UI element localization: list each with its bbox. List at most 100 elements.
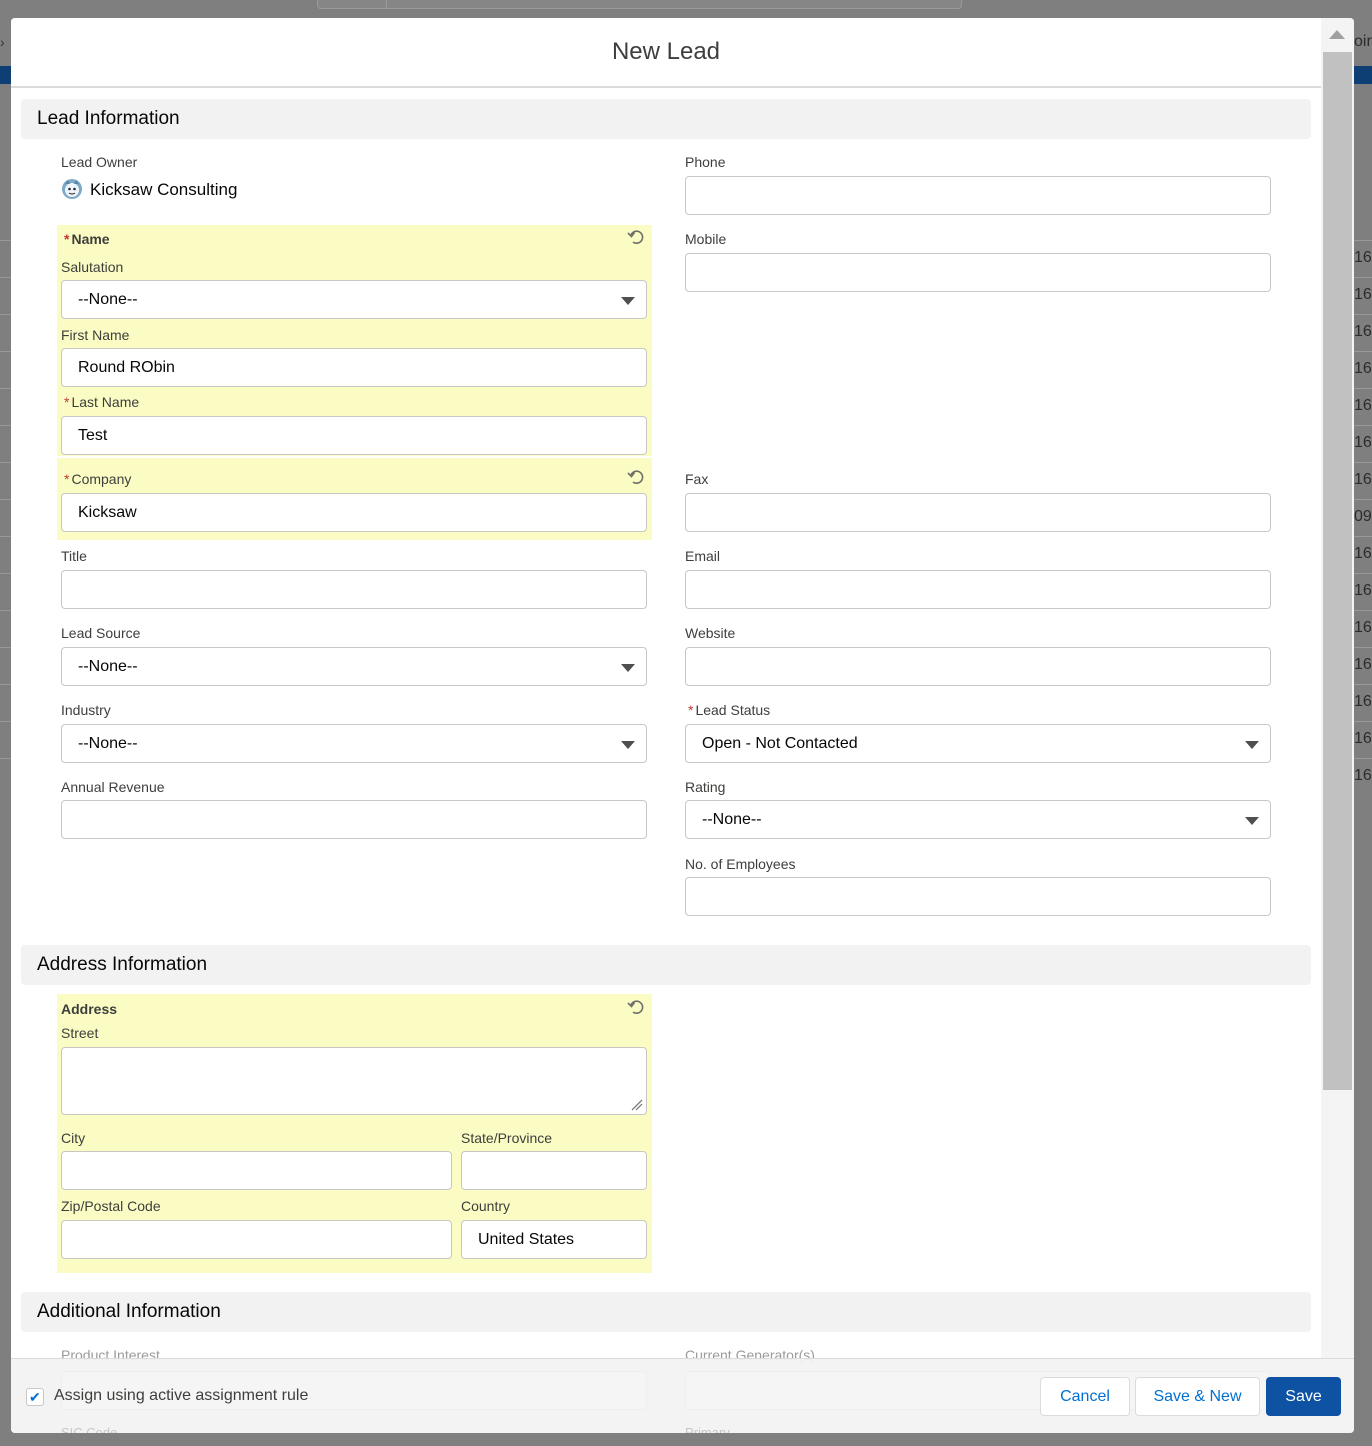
background-row-divider — [0, 388, 11, 389]
website-input[interactable] — [685, 647, 1271, 686]
resize-grip-icon[interactable] — [631, 1099, 643, 1111]
background-row-divider — [0, 573, 11, 574]
last-name-input[interactable]: Test — [61, 416, 647, 455]
city-label: City — [61, 1130, 86, 1146]
lead-source-select[interactable]: --None-- — [61, 647, 647, 686]
country-input[interactable]: United States — [461, 1220, 647, 1259]
background-row-value: 16 — [1354, 582, 1372, 599]
background-row-divider — [0, 684, 11, 685]
background-chevron-icon: › — [0, 34, 5, 50]
phone-label: Phone — [685, 154, 726, 170]
section-additional-information[interactable]: Additional Information — [21, 1292, 1311, 1332]
website-label: Website — [685, 625, 736, 641]
owner-avatar-icon — [62, 179, 82, 199]
rating-select[interactable]: --None-- — [685, 800, 1271, 839]
state-input[interactable] — [461, 1151, 647, 1190]
company-input[interactable]: Kicksaw — [61, 493, 647, 532]
annual-revenue-label: Annual Revenue — [61, 779, 165, 795]
email-label: Email — [685, 548, 721, 564]
section-title: Lead Information — [37, 108, 180, 129]
background-row-divider — [0, 425, 11, 426]
lead-status-label: * Lead Status — [688, 702, 771, 718]
background-row-divider — [1354, 351, 1372, 352]
phone-input[interactable] — [685, 176, 1271, 215]
zip-label: Zip/Postal Code — [61, 1198, 161, 1214]
background-row-divider — [1354, 425, 1372, 426]
background-row-divider — [0, 536, 11, 537]
background-row-divider — [1354, 721, 1372, 722]
street-label: Street — [61, 1025, 99, 1041]
background-row-divider — [1354, 277, 1372, 278]
background-search-bar — [317, 0, 962, 9]
background-row-value: 16 — [1354, 693, 1372, 710]
background-row-value: 09 — [1354, 508, 1372, 525]
background-edge-text: oir — [1354, 33, 1372, 50]
background-nav-bar — [0, 66, 11, 84]
street-textarea[interactable] — [61, 1047, 647, 1115]
first-name-input[interactable]: Round RObin — [61, 348, 647, 387]
background-row-divider — [1354, 536, 1372, 537]
lead-owner-label: Lead Owner — [61, 154, 138, 170]
background-row-value: 16 — [1354, 767, 1372, 784]
sic-code-label: SIC Code — [61, 1425, 118, 1433]
background-row-value: 16 — [1354, 656, 1372, 673]
background-row-divider — [0, 758, 11, 759]
title-input[interactable] — [61, 570, 647, 609]
modal-header: New Lead — [11, 18, 1321, 88]
new-lead-modal: New Lead Lead Information Lead Owner Kic… — [11, 18, 1354, 1433]
save-button[interactable]: Save — [1266, 1377, 1341, 1416]
modal-footer: SIC Code Primary ✔ Assign using active a… — [11, 1358, 1354, 1433]
scroll-up-arrow-icon[interactable] — [1329, 30, 1345, 39]
background-row-divider — [0, 610, 11, 611]
section-address-information[interactable]: Address Information — [21, 945, 1311, 985]
background-row-divider — [1354, 462, 1372, 463]
scroll-thumb[interactable] — [1323, 52, 1352, 1090]
background-row-value: 16 — [1354, 397, 1372, 414]
zip-input[interactable] — [61, 1220, 452, 1259]
company-label: * Company — [64, 471, 132, 487]
background-row-divider — [1354, 610, 1372, 611]
employees-input[interactable] — [685, 877, 1271, 916]
first-name-label: First Name — [61, 327, 130, 343]
cancel-button[interactable]: Cancel — [1040, 1377, 1130, 1416]
section-title: Additional Information — [37, 1301, 221, 1322]
background-row-value: 16 — [1354, 323, 1372, 340]
address-group-label: Address — [61, 1001, 118, 1017]
lead-owner-value[interactable]: Kicksaw Consulting — [90, 180, 237, 200]
background-row-divider — [0, 462, 11, 463]
undo-icon[interactable] — [627, 468, 645, 486]
assign-rule-checkbox[interactable]: ✔ — [26, 1388, 44, 1406]
background-row-divider — [1354, 388, 1372, 389]
salutation-select[interactable]: --None-- — [61, 280, 647, 319]
background-row-divider — [1354, 240, 1372, 241]
background-row-value: 16 — [1354, 286, 1372, 303]
industry-select[interactable]: --None-- — [61, 724, 647, 763]
background-row-divider — [1354, 573, 1372, 574]
country-label: Country — [461, 1198, 511, 1214]
section-title: Address Information — [37, 954, 208, 975]
checkmark-icon: ✔ — [29, 1389, 41, 1405]
save-and-new-button[interactable]: Save & New — [1135, 1377, 1260, 1416]
undo-icon[interactable] — [627, 998, 645, 1016]
background-row-divider — [0, 277, 11, 278]
city-input[interactable] — [61, 1151, 452, 1190]
modal-title: New Lead — [611, 38, 721, 65]
background-row-divider — [1354, 499, 1372, 500]
lead-source-label: Lead Source — [61, 625, 141, 641]
fax-input[interactable] — [685, 493, 1271, 532]
mobile-input[interactable] — [685, 253, 1271, 292]
background-row-divider — [1354, 647, 1372, 648]
lead-status-select[interactable]: Open - Not Contacted — [685, 724, 1271, 763]
assign-rule-label[interactable]: Assign using active assignment rule — [54, 1387, 308, 1405]
background-row-value: 16 — [1354, 471, 1372, 488]
background-row-divider — [0, 314, 11, 315]
undo-icon[interactable] — [627, 228, 645, 246]
fax-label: Fax — [685, 471, 709, 487]
section-lead-information[interactable]: Lead Information — [21, 99, 1311, 139]
background-row-value: 16 — [1354, 360, 1372, 377]
salutation-label: Salutation — [61, 259, 124, 275]
email-input[interactable] — [685, 570, 1271, 609]
background-row-value: 16 — [1354, 249, 1372, 266]
last-name-label: * Last Name — [64, 394, 140, 410]
annual-revenue-input[interactable] — [61, 800, 647, 839]
